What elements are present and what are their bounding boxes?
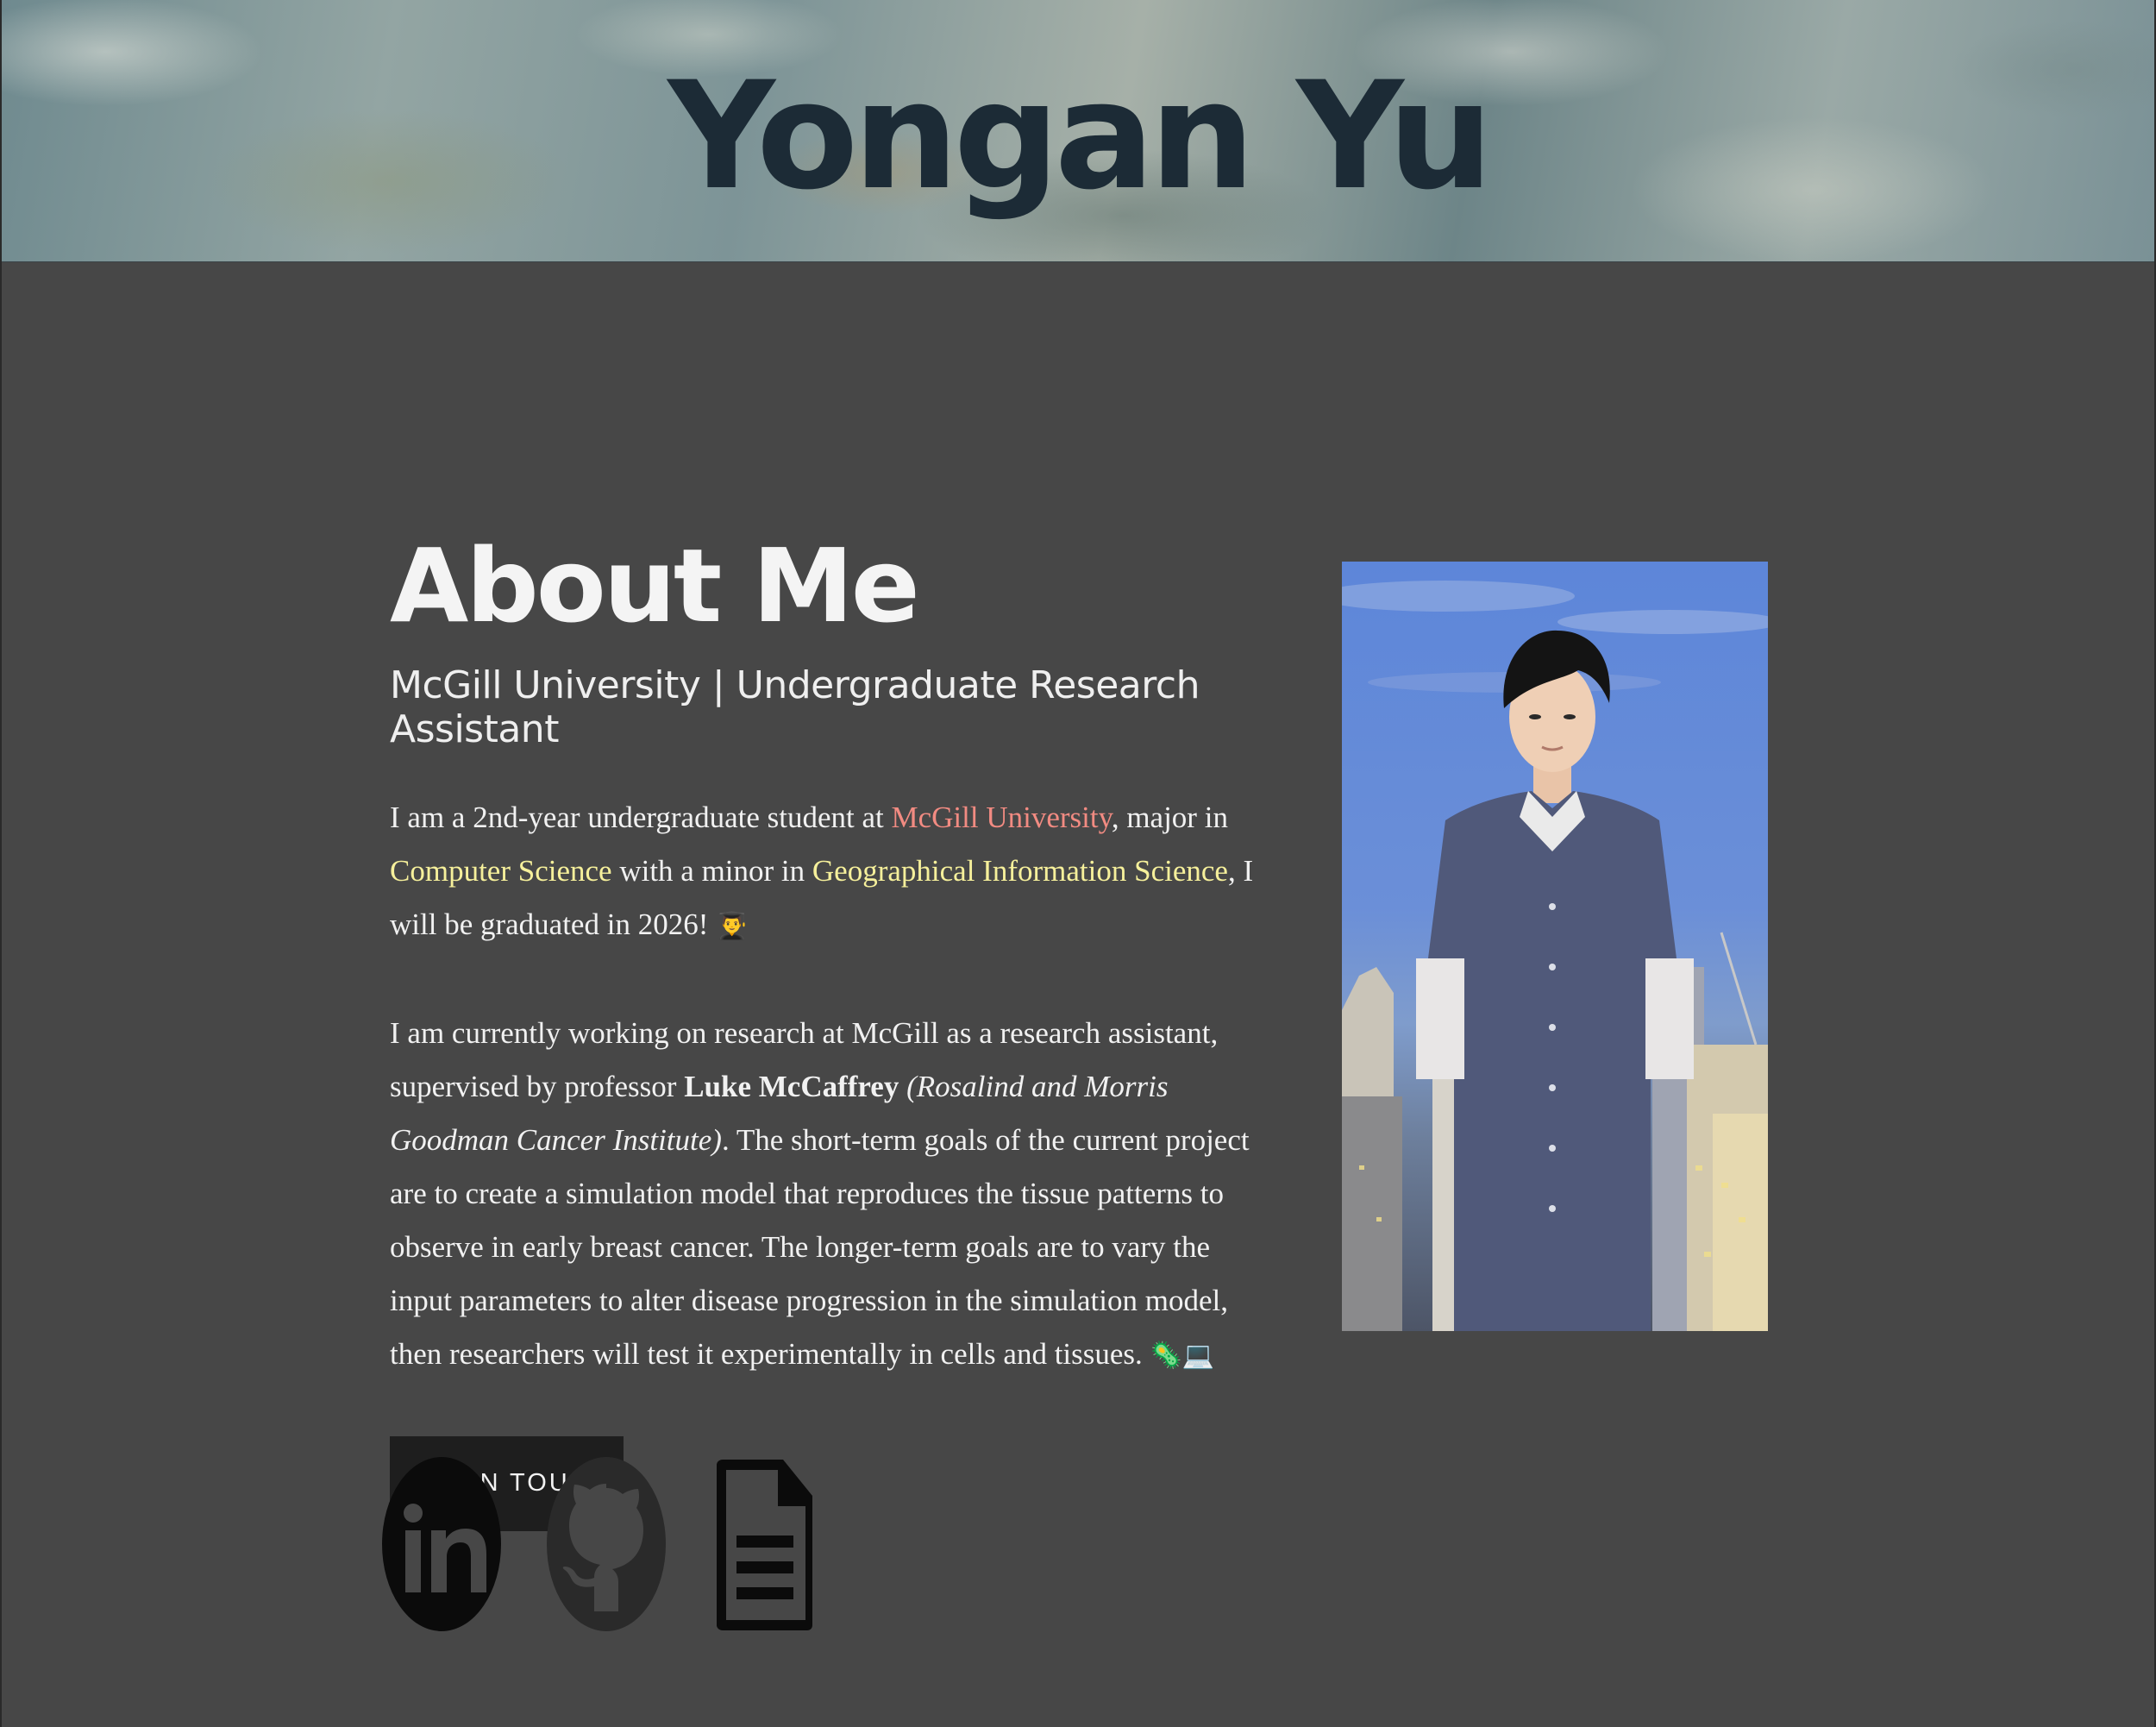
university-highlight: McGill University bbox=[891, 800, 1112, 834]
graduate-emoji: 👨‍🎓 bbox=[716, 911, 749, 940]
minor-highlight: Geographical Information Science bbox=[812, 853, 1228, 888]
research-text: . The short-term goals of the current pr… bbox=[390, 1122, 1250, 1371]
intro-text: I am a 2nd-year undergraduate student at bbox=[390, 800, 892, 834]
research-paragraph: I am currently working on research at Mc… bbox=[390, 1007, 1269, 1383]
about-heading: About Me bbox=[390, 526, 920, 645]
header-banner: Yongan Yu bbox=[2, 0, 2154, 262]
github-link[interactable] bbox=[546, 1456, 667, 1636]
portrait-illustration bbox=[1342, 581, 1768, 1331]
document-icon bbox=[717, 1460, 812, 1630]
intro-text: with a minor in bbox=[611, 853, 812, 888]
site-title: Yongan Yu bbox=[667, 49, 1493, 223]
linkedin-icon bbox=[382, 1457, 501, 1631]
about-subtitle: McGill University | Undergraduate Resear… bbox=[390, 663, 1200, 751]
major-highlight: Computer Science bbox=[390, 853, 612, 888]
portrait-photo bbox=[1342, 562, 1768, 1331]
research-emoji: 🦠💻 bbox=[1150, 1341, 1215, 1370]
github-icon bbox=[547, 1457, 666, 1631]
linkedin-link[interactable] bbox=[381, 1456, 502, 1636]
intro-text: , major in bbox=[1111, 800, 1228, 834]
page: Yongan Yu About Me McGill University | U… bbox=[0, 0, 2156, 1727]
intro-paragraph: I am a 2nd-year undergraduate student at… bbox=[390, 791, 1269, 953]
professor-name: Luke McCaffrey bbox=[684, 1069, 899, 1103]
resume-link[interactable] bbox=[714, 1456, 816, 1636]
about-section: About Me McGill University | Undergradua… bbox=[390, 526, 1269, 1531]
